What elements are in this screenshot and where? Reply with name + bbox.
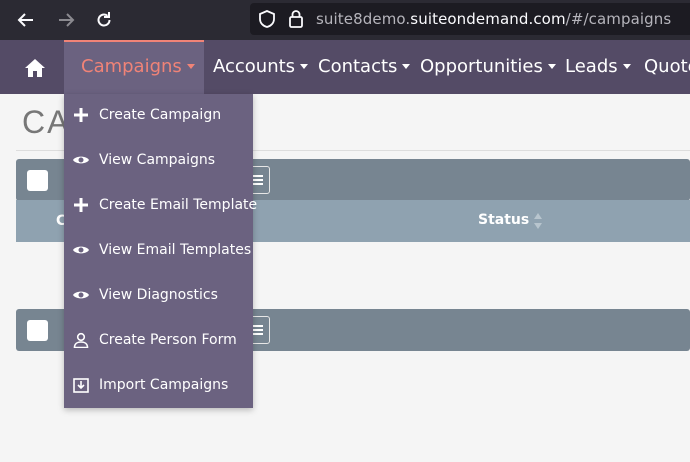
eye-icon xyxy=(72,286,90,304)
back-button[interactable] xyxy=(14,8,38,32)
import-icon xyxy=(72,376,90,394)
nav-contacts-label: Contacts xyxy=(318,56,398,77)
url-text: suite8demo.suiteondemand.com/#/campaigns xyxy=(316,10,672,28)
chevron-down-icon xyxy=(300,64,309,69)
reload-icon xyxy=(97,12,111,27)
menu-item-label: Import Campaigns xyxy=(99,377,229,393)
chevron-down-icon xyxy=(547,64,556,69)
menu-item-label: Create Person Form xyxy=(99,332,237,348)
nav-quotes[interactable]: Quote xyxy=(644,56,690,77)
nav-accounts-label: Accounts xyxy=(213,56,296,77)
menu-icon-line xyxy=(253,329,263,331)
forward-button[interactable] xyxy=(54,8,78,32)
eye-icon xyxy=(72,151,90,169)
menu-item-label: Create Email Template xyxy=(99,197,258,213)
nav-opportunities-label: Opportunities xyxy=(420,56,543,77)
column-header-status[interactable]: Status xyxy=(478,212,529,228)
chevron-down-icon xyxy=(402,64,411,69)
menu-item-view-email-templates[interactable]: View Email Templates xyxy=(64,229,253,274)
plus-icon xyxy=(72,196,90,214)
browser-toolbar: suite8demo.suiteondemand.com/#/campaigns xyxy=(0,0,690,40)
menu-item-view-diagnostics[interactable]: View Diagnostics xyxy=(64,274,253,319)
back-arrow-icon xyxy=(17,13,33,27)
select-all-checkbox[interactable] xyxy=(27,320,48,341)
shield-icon xyxy=(259,10,275,28)
eye-icon xyxy=(72,241,90,259)
menu-icon-line xyxy=(253,325,263,327)
forward-arrow-icon xyxy=(59,13,75,27)
reload-button[interactable] xyxy=(92,8,116,32)
address-bar[interactable]: suite8demo.suiteondemand.com/#/campaigns xyxy=(250,3,690,35)
nav-campaigns[interactable]: Campaigns xyxy=(64,40,204,94)
menu-icon-line xyxy=(253,183,263,185)
nav-campaigns-label: Campaigns xyxy=(81,56,182,77)
menu-item-view-campaigns[interactable]: View Campaigns xyxy=(64,139,253,184)
nav-leads-label: Leads xyxy=(565,56,618,77)
nav-contacts[interactable]: Contacts xyxy=(318,56,411,77)
nav-leads[interactable]: Leads xyxy=(565,56,631,77)
menu-item-create-person-form[interactable]: Create Person Form xyxy=(64,319,253,364)
chevron-down-icon xyxy=(622,64,631,69)
menu-item-create-email-template[interactable]: Create Email Template xyxy=(64,184,257,229)
chevron-down-icon xyxy=(186,64,195,69)
menu-item-label: View Diagnostics xyxy=(99,287,218,303)
nav-opportunities[interactable]: Opportunities xyxy=(420,56,556,77)
menu-item-label: View Email Templates xyxy=(99,242,252,258)
select-all-checkbox[interactable] xyxy=(27,170,48,191)
menu-icon-line xyxy=(253,175,263,177)
nav-accounts[interactable]: Accounts xyxy=(213,56,309,77)
menu-item-import-campaigns[interactable]: Import Campaigns xyxy=(64,364,253,409)
menu-item-create-campaign[interactable]: Create Campaign xyxy=(64,94,253,139)
menu-item-label: View Campaigns xyxy=(99,152,216,168)
nav-quotes-label: Quote xyxy=(644,56,690,77)
sort-icon[interactable] xyxy=(533,212,543,230)
plus-icon xyxy=(72,106,90,124)
menu-item-label: Create Campaign xyxy=(99,107,222,123)
menu-icon-line xyxy=(253,333,263,335)
campaigns-dropdown-menu: Create Campaign View Campaigns Create Em… xyxy=(64,94,257,409)
home-icon xyxy=(25,59,45,77)
person-icon xyxy=(72,331,90,349)
home-button[interactable] xyxy=(22,56,48,80)
menu-icon-line xyxy=(253,179,263,181)
lock-icon xyxy=(289,10,303,28)
